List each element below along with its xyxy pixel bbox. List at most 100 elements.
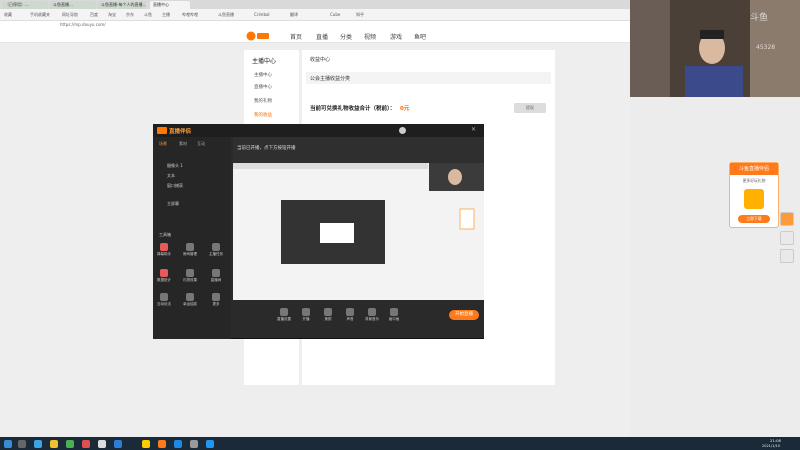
- tool-play[interactable]: 互动玩法: [157, 293, 171, 307]
- bookmark[interactable]: 翻译: [290, 12, 298, 18]
- bookmark[interactable]: 百度: [90, 12, 98, 18]
- bookmark[interactable]: 主播: [162, 12, 170, 18]
- taskbar-app-icon[interactable]: [50, 440, 58, 448]
- bookmark[interactable]: Crimbal: [254, 12, 270, 17]
- preview-header: 当前已开播，点下方按钮开播: [233, 137, 484, 163]
- bookmark[interactable]: 京东: [126, 12, 134, 18]
- tab-scenes[interactable]: 场景: [159, 141, 167, 147]
- browser-tab[interactable]: 斗鱼直播...: [50, 1, 96, 9]
- bottom-tool-music[interactable]: 背景音乐: [365, 308, 379, 322]
- tool-lottery[interactable]: 幸运抽奖: [183, 293, 197, 307]
- nav-game[interactable]: 游戏: [390, 32, 402, 41]
- taskbar-app-icon[interactable]: [18, 440, 26, 448]
- nav-home[interactable]: 首页: [290, 32, 302, 41]
- taskbar-clock[interactable]: 21:08: [770, 438, 781, 443]
- close-icon[interactable]: ✕: [471, 126, 476, 133]
- bottom-tool-audio[interactable]: 声音: [343, 308, 357, 322]
- browser-tab[interactable]: 斗鱼直播-每个人的直播...: [98, 1, 146, 9]
- tool-task[interactable]: 主播任务: [209, 243, 223, 257]
- breadcrumb: 收益中心: [310, 57, 331, 63]
- withdraw-button[interactable]: 提现: [514, 103, 546, 113]
- douyu-logo[interactable]: [246, 31, 270, 41]
- bottom-tool-pip[interactable]: 画中画: [387, 308, 401, 322]
- address-url: https://mp.douyu.com/: [60, 22, 106, 27]
- lottery-icon: [186, 293, 194, 301]
- promo-image: [744, 189, 764, 209]
- tab-interaction[interactable]: 互动: [197, 141, 205, 147]
- tool-room[interactable]: 房间管理: [183, 243, 197, 257]
- bookmark[interactable]: 收藏: [4, 12, 12, 18]
- browser-tab[interactable]: （已停用）...: [2, 1, 48, 9]
- taskbar-app-icon[interactable]: [82, 440, 90, 448]
- sidebar-item[interactable]: 直播中心: [254, 84, 272, 90]
- taskbar-app-icon[interactable]: [206, 440, 214, 448]
- tool-danmu[interactable]: 弹幕助手: [157, 243, 171, 257]
- browser-tab-active[interactable]: 直播中心: [150, 1, 190, 9]
- play-icon: [160, 293, 168, 301]
- taskbar-app-icon[interactable]: [34, 440, 42, 448]
- nav-category[interactable]: 分类: [340, 32, 352, 41]
- webcam-room-number: 45328: [756, 44, 776, 51]
- nav-video[interactable]: 视频: [364, 32, 376, 41]
- scene-item[interactable]: 摄像头 1: [167, 163, 183, 169]
- app-title-bar: 直播伴侣 ✕: [153, 124, 484, 137]
- earnings-value: 0元: [400, 106, 410, 112]
- bookmark[interactable]: Cube: [330, 12, 340, 17]
- windows-taskbar: 21:08 2021/1/10: [0, 437, 800, 450]
- start-icon[interactable]: [4, 440, 12, 448]
- taskbar-app-icon[interactable]: [66, 440, 74, 448]
- tool-more[interactable]: 更多: [209, 293, 223, 307]
- taskbar-app-icon[interactable]: [174, 440, 182, 448]
- taskbar-app-icon[interactable]: [98, 440, 106, 448]
- bookmark[interactable]: 斗鱼直播: [218, 12, 234, 18]
- promo-download-button[interactable]: 立即下载: [738, 215, 770, 223]
- browser-tab-bar: （已停用）... 斗鱼直播... 斗鱼直播-每个人的直播... 直播中心: [0, 0, 630, 9]
- sidebar-item-active[interactable]: 我的收益: [254, 112, 272, 118]
- gift-icon: [186, 269, 194, 277]
- task-icon: [212, 243, 220, 251]
- avatar[interactable]: [399, 127, 406, 134]
- liveroom-icon: [212, 269, 220, 277]
- nav-live[interactable]: 直播: [316, 32, 328, 41]
- nav-yuba[interactable]: 鱼吧: [414, 32, 426, 41]
- earnings-label: 当前可兑换礼物收益合计（税前）：: [310, 106, 396, 112]
- section-title: 公会主播收益分类: [310, 76, 351, 82]
- sidebar-title: 主播中心: [252, 58, 277, 65]
- start-live-button[interactable]: 开始直播: [449, 310, 479, 320]
- tool-stats[interactable]: 数据统计: [157, 269, 171, 283]
- bottom-tool-beauty[interactable]: 美颜: [321, 308, 335, 322]
- tool-liveroom[interactable]: 直播间: [209, 269, 223, 283]
- side-share-icon[interactable]: [780, 231, 794, 245]
- scene-item[interactable]: 文本: [167, 173, 175, 179]
- sidebar-item[interactable]: 我的礼物: [254, 98, 272, 104]
- bookmark[interactable]: 斗鱼: [144, 12, 152, 18]
- bookmark[interactable]: 知乎: [356, 12, 364, 18]
- address-bar[interactable]: https://mp.douyu.com/: [0, 21, 630, 29]
- bottom-tool-start[interactable]: 开播: [299, 308, 313, 322]
- toolbox-title: 工具箱: [159, 232, 171, 237]
- side-top-icon[interactable]: [780, 249, 794, 263]
- stats-icon: [160, 269, 168, 277]
- preview-caption: 当前已开播，点下方按钮开播: [237, 146, 296, 151]
- side-play-icon[interactable]: [780, 212, 794, 226]
- bookmark[interactable]: 淘宝: [108, 12, 116, 18]
- bookmark[interactable]: 网址导航: [62, 12, 78, 18]
- taskbar-app-icon[interactable]: [158, 440, 166, 448]
- taskbar-app-icon[interactable]: [142, 440, 150, 448]
- scene-item[interactable]: 主屏幕: [167, 201, 179, 207]
- room-icon: [186, 243, 194, 251]
- taskbar-date[interactable]: 2021/1/10: [762, 444, 780, 448]
- bookmark[interactable]: 哔哩哔哩: [182, 12, 198, 18]
- promo-card[interactable]: 斗鱼直播伴侣 更多好玩礼物 立即下载: [729, 162, 779, 228]
- bookmarks-bar: 收藏 手机收藏夹 网址导航 百度 淘宝 京东 斗鱼 主播 哔哩哔哩 斗鱼直播 C…: [0, 9, 630, 21]
- app-logo-icon: [157, 127, 167, 134]
- tool-gift[interactable]: 礼物效果: [183, 269, 197, 283]
- tab-sources[interactable]: 素材: [179, 141, 187, 147]
- bookmark[interactable]: 手机收藏夹: [30, 12, 50, 18]
- taskbar-app-icon[interactable]: [114, 440, 122, 448]
- scene-item[interactable]: 窗口捕获: [167, 183, 183, 189]
- bottom-tool-settings[interactable]: 直播设置: [277, 308, 291, 322]
- sidebar-item[interactable]: 主播中心: [254, 72, 272, 78]
- taskbar-app-icon[interactable]: [190, 440, 198, 448]
- settings-icon: [280, 308, 288, 316]
